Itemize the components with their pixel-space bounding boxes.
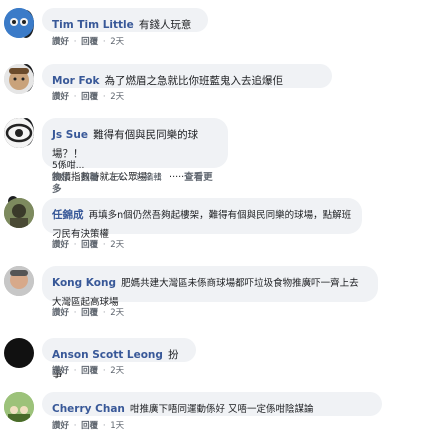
comment-actions: 讚好 · 回覆 · 2天 — [52, 92, 125, 102]
comment-time[interactable]: 2天 — [110, 173, 124, 183]
comment-actions: 讚好 · 回覆 · 2天 — [52, 240, 125, 250]
comment-bubble: Mor Fok 為了燃眉之急就比你班藍鬼入去追爆佢 — [42, 64, 332, 88]
reply-link[interactable]: 回覆 — [81, 366, 98, 376]
comment-bubble: Kong Kong 肥媽共建大灣區未係商球場都吓垃圾食物推廣吓一齊上去大灣區起高… — [42, 266, 378, 308]
like-link[interactable]: 讚好 — [52, 37, 69, 47]
like-link[interactable]: 讚好 — [52, 308, 69, 318]
comment-item: 任錦成 再填多n個仍然吾夠起樓架，難得有個與民同樂的球場，點解班刁民有決策權 讚… — [0, 194, 436, 256]
comment-actions: 讚好 · 回覆 · 1天 — [52, 421, 125, 431]
commenter-name[interactable]: 任錦成 — [52, 209, 84, 221]
comment-actions: 讚好 · 回覆 · 2天 — [52, 366, 125, 376]
commenter-name[interactable]: Anson Scott Leong — [52, 349, 163, 361]
commenter-name[interactable]: Cherry Chan — [52, 403, 125, 415]
edited-label[interactable]: 已編輯 — [136, 173, 162, 183]
comment-bubble: Tim Tim Little 有錢人玩意 — [42, 8, 208, 32]
commenter-name[interactable]: Mor Fok — [52, 75, 99, 87]
reply-link[interactable]: 回覆 — [81, 308, 98, 318]
ellipsis: ····· — [169, 172, 185, 183]
comment-item: Anson Scott Leong 扮事 讚好 · 回覆 · 2天 — [0, 334, 436, 382]
like-link[interactable]: 讚好 — [52, 173, 69, 183]
comment-time[interactable]: 2天 — [110, 366, 124, 376]
commenter-name[interactable]: Kong Kong — [52, 277, 116, 289]
reply-link[interactable]: 回覆 — [81, 421, 98, 431]
comment-time[interactable]: 2天 — [110, 240, 124, 250]
like-link[interactable]: 讚好 — [52, 92, 69, 102]
avatar[interactable] — [4, 64, 34, 94]
comment-item: Js Sue 難得有個與民同樂的球場？！ 5係咁... 物價指數時就左公眾場？！… — [0, 114, 436, 195]
reply-link[interactable]: 回覆 — [81, 240, 98, 250]
comment-time[interactable]: 2天 — [110, 308, 124, 318]
comment-text: 咁推廣下唔同運動係好 又唔一定係咁陰謀論 — [130, 404, 314, 415]
comment-bubble: Js Sue 難得有個與民同樂的球場？！ 5係咁... 物價指數時就左公眾場？！… — [42, 118, 228, 195]
avatar[interactable] — [4, 8, 34, 38]
comment-bubble: 任錦成 再填多n個仍然吾夠起樓架，難得有個與民同樂的球場，點解班刁民有決策權 — [42, 198, 362, 240]
avatar[interactable] — [4, 266, 34, 296]
comment-item: Mor Fok 為了燃眉之急就比你班藍鬼入去追爆佢 讚好 · 回覆 · 2天 — [0, 60, 436, 108]
comment-actions: 讚好 · 回覆 · 2天 — [52, 308, 125, 318]
comment-item: Cherry Chan 咁推廣下唔同運動係好 又唔一定係咁陰謀論 讚好 · 回覆… — [0, 388, 436, 436]
like-link[interactable]: 讚好 — [52, 240, 69, 250]
avatar[interactable] — [4, 338, 34, 368]
comment-bubble: Cherry Chan 咁推廣下唔同運動係好 又唔一定係咁陰謀論 — [42, 392, 382, 416]
avatar[interactable] — [4, 198, 34, 228]
comment-time[interactable]: 2天 — [110, 37, 124, 47]
avatar[interactable] — [4, 392, 34, 422]
commenter-name[interactable]: Tim Tim Little — [52, 19, 134, 31]
comment-time[interactable]: 2天 — [110, 92, 124, 102]
comment-actions: 讚好 · 回覆 · 2天 · 已編輯 — [52, 173, 162, 183]
comment-time[interactable]: 1天 — [110, 421, 124, 431]
like-link[interactable]: 讚好 — [52, 366, 69, 376]
comment-item: Tim Tim Little 有錢人玩意 讚好 · 回覆 · 2天 — [0, 4, 436, 52]
avatar[interactable] — [4, 118, 34, 148]
comment-actions: 讚好 · 回覆 · 2天 — [52, 37, 125, 47]
like-link[interactable]: 讚好 — [52, 421, 69, 431]
commenter-name[interactable]: Js Sue — [52, 129, 88, 141]
comment-text: 再填多n個仍然吾夠起樓架，難得有個與民同樂的球場，點解班刁民有決策權 — [52, 210, 352, 240]
reply-link[interactable]: 回覆 — [81, 173, 98, 183]
reply-link[interactable]: 回覆 — [81, 92, 98, 102]
comment-item: Kong Kong 肥媽共建大灣區未係商球場都吓垃圾食物推廣吓一齊上去大灣區起高… — [0, 262, 436, 324]
reply-link[interactable]: 回覆 — [81, 37, 98, 47]
comment-text: 為了燃眉之急就比你班藍鬼入去追爆佢 — [104, 75, 284, 87]
comment-text: 有錢人玩意 — [138, 19, 192, 31]
comment-bubble: Anson Scott Leong 扮事 — [42, 338, 196, 380]
